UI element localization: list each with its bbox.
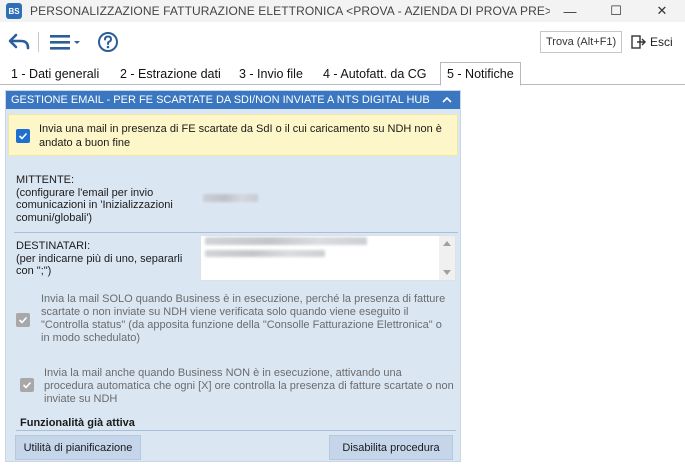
tab-bar: 1 - Dati generali 2 - Estrazione dati 3 …: [0, 62, 685, 86]
collapse-button[interactable]: [438, 91, 456, 109]
tab-estrazione-dati[interactable]: 2 - Estrazione dati: [120, 63, 221, 85]
toolbar: Trova (Alt+F1) Esci: [0, 22, 685, 62]
exit-button[interactable]: Esci: [630, 31, 682, 53]
tab-dati-generali[interactable]: 1 - Dati generali: [11, 63, 99, 85]
mittente-value: [203, 194, 258, 202]
status-title: Funzionalità già attiva: [20, 417, 135, 429]
send-mail-option: Invia una mail in presenza di FE scartat…: [8, 114, 458, 156]
menu-button[interactable]: [48, 30, 84, 54]
scroll-down-icon[interactable]: [443, 270, 451, 275]
send-mail-label: Invia una mail in presenza di FE scartat…: [39, 123, 442, 149]
app-icon: BS: [6, 3, 22, 19]
title-bar: BS PERSONALIZZAZIONE FATTURAZIONE ELETTR…: [0, 0, 685, 22]
not-running-label: Invia la mail anche quando Business NON …: [44, 367, 454, 405]
only-running-checkbox[interactable]: [16, 313, 30, 327]
mittente-label: MITTENTE: (configurare l'email per invio…: [16, 174, 201, 224]
scheduler-button[interactable]: Utilità di pianificazione: [15, 435, 141, 460]
hamburger-menu-icon: [50, 35, 80, 50]
destinatari-scrollbar[interactable]: [439, 236, 455, 280]
checkmark-icon: [18, 316, 28, 324]
status-divider: [16, 430, 456, 431]
search-input[interactable]: Trova (Alt+F1): [540, 31, 622, 53]
destinatari-hint: (per indicarne più di uno, separarli con…: [16, 252, 183, 278]
help-icon: [98, 32, 118, 52]
close-button[interactable]: ✕: [639, 0, 685, 22]
toolbar-separator: [38, 32, 39, 52]
email-settings-panel: GESTIONE EMAIL - PER FE SCARTATE DA SDI/…: [5, 90, 461, 462]
destinatari-label: DESTINATARI: (per indicarne più di uno, …: [16, 240, 196, 278]
destinatari-value-line2: [205, 250, 325, 257]
panel-header: GESTIONE EMAIL - PER FE SCARTATE DA SDI/…: [6, 91, 460, 109]
send-mail-checkbox[interactable]: [16, 129, 30, 143]
exit-label: Esci: [650, 35, 673, 49]
chevron-up-icon: [442, 96, 452, 103]
help-button[interactable]: [95, 30, 121, 54]
checkmark-icon: [18, 132, 28, 140]
maximize-button[interactable]: ☐: [593, 0, 639, 22]
destinatari-divider: [14, 232, 458, 233]
tab-notifiche[interactable]: 5 - Notifiche: [440, 62, 521, 86]
checkmark-icon: [22, 381, 32, 389]
scroll-up-icon[interactable]: [443, 241, 451, 246]
only-running-label: Invia la mail SOLO quando Business è in …: [41, 293, 446, 344]
back-arrow-icon: [8, 33, 30, 50]
disable-procedure-button[interactable]: Disabilita procedura: [329, 435, 453, 460]
destinatari-value: [205, 237, 367, 245]
mittente-hint: (configurare l'email per invio comunicaz…: [16, 186, 173, 224]
tab-autofatt-cg[interactable]: 4 - Autofatt. da CG: [323, 63, 427, 85]
minimize-button[interactable]: —: [547, 0, 593, 22]
exit-icon: [631, 35, 646, 49]
back-button[interactable]: [6, 30, 32, 54]
panel-title: GESTIONE EMAIL - PER FE SCARTATE DA SDI/…: [11, 94, 430, 106]
tab-invio-file[interactable]: 3 - Invio file: [239, 63, 303, 85]
destinatari-title: DESTINATARI:: [16, 240, 91, 252]
not-running-checkbox[interactable]: [20, 378, 34, 392]
mittente-title: MITTENTE:: [16, 174, 75, 186]
window-title: PERSONALIZZAZIONE FATTURAZIONE ELETTRONI…: [30, 4, 550, 18]
destinatari-input[interactable]: [200, 235, 456, 281]
